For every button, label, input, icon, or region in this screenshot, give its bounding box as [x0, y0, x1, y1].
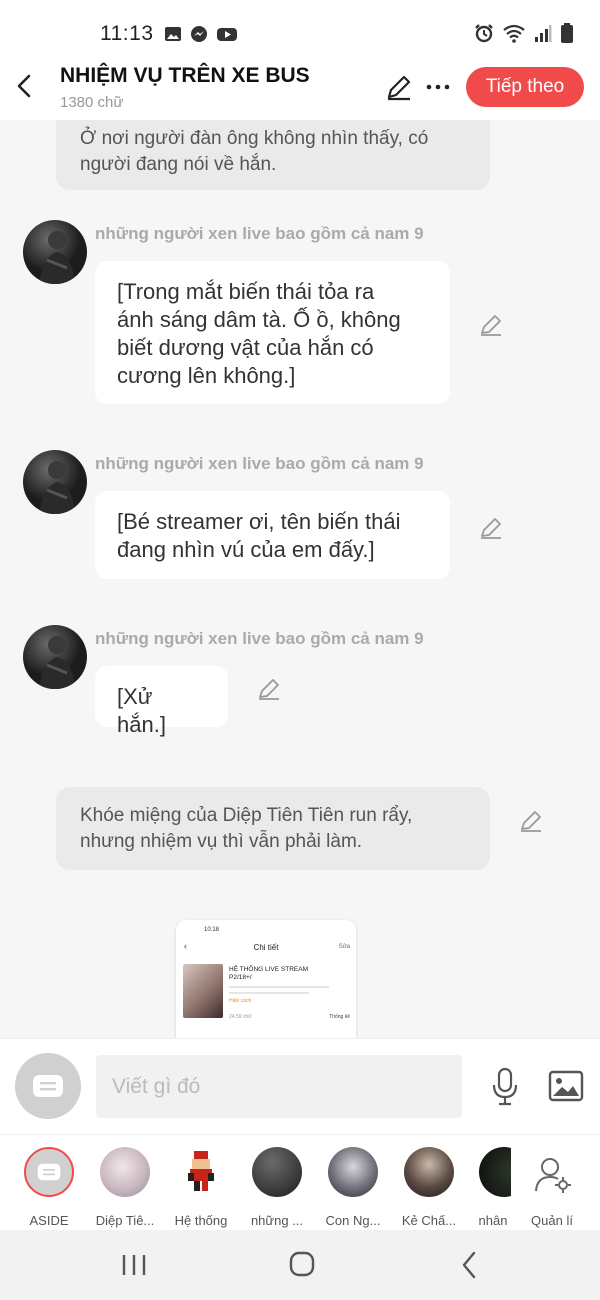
status-time: 11:13 [100, 22, 154, 45]
avatar [328, 1147, 378, 1197]
signal-icon [535, 25, 552, 42]
character-diep-tien-tien[interactable]: Diệp Tiê... [87, 1145, 163, 1229]
speech-bubble-icon [37, 1163, 61, 1181]
character-label: Con Ng... [325, 1213, 381, 1228]
avatar[interactable] [23, 220, 87, 284]
character-ke-cha[interactable]: Kẻ Chấ... [391, 1145, 467, 1229]
status-bar: 11:13 [0, 0, 600, 56]
character-nhan[interactable]: nhân [467, 1145, 511, 1229]
narration-bubble[interactable]: Khóe miệng của Diệp Tiên Tiên run rẩy, n… [56, 787, 490, 870]
speech-bubble-icon [33, 1075, 63, 1097]
avatar [252, 1147, 302, 1197]
preview-edit: Sửa [338, 944, 350, 950]
youtube-icon [217, 28, 237, 41]
sender-name: những người xen live bao gồm cả nam 9 [95, 629, 424, 648]
avatar [176, 1147, 226, 1197]
avatar-image [23, 625, 87, 689]
manage-characters-button[interactable]: Quản lí [514, 1145, 590, 1229]
status-icons [474, 22, 574, 44]
page-title: NHIỆM VỤ TRÊN XE BUS [60, 64, 310, 87]
preview-line [229, 992, 309, 994]
edit-icon[interactable] [478, 515, 504, 541]
alarm-icon [475, 24, 493, 43]
preview-heading: Chi tiết [253, 943, 279, 952]
microphone-icon[interactable] [490, 1067, 520, 1107]
message-bubble[interactable]: [Bé streamer ơi, tên biến thái đang nhìn… [95, 491, 450, 579]
edit-icon[interactable] [256, 676, 282, 702]
character-con-ng[interactable]: Con Ng... [315, 1145, 391, 1229]
character-label: nhân [478, 1213, 508, 1228]
messenger-icon [191, 26, 207, 42]
preview-stats: Thống kê [329, 1014, 350, 1020]
avatar[interactable] [23, 450, 87, 514]
image-message[interactable]: 10:18 ‹ Chi tiết Sửa HỆ THỐNG LIVE STREA… [176, 920, 356, 1038]
back-arrow-icon[interactable] [10, 68, 40, 104]
preview-cover-image [183, 964, 223, 1018]
gallery-icon [165, 27, 181, 41]
image-icon[interactable] [548, 1069, 584, 1103]
character-bar: ASIDE Diệp Tiê... Hệ thống những ... Con… [0, 1134, 600, 1230]
more-icon[interactable] [424, 72, 452, 102]
recent-apps-icon[interactable] [114, 1250, 154, 1280]
avatar-image [23, 220, 87, 284]
header: NHIỆM VỤ TRÊN XE BUS 1380 chữ Tiếp theo [0, 56, 600, 120]
chat-area[interactable]: Ở nơi người đàn ông không nhìn thấy, có … [0, 120, 600, 1038]
avatar [479, 1147, 511, 1197]
aside-toggle-button[interactable] [15, 1053, 81, 1119]
edit-icon[interactable] [478, 312, 504, 338]
avatar[interactable] [23, 625, 87, 689]
sender-name: những người xen live bao gồm cả nam 9 [95, 224, 424, 243]
avatar [404, 1147, 454, 1197]
next-button[interactable]: Tiếp theo [466, 67, 584, 107]
word-count: 1380 chữ [60, 94, 124, 111]
avatar-image [23, 450, 87, 514]
character-label: Diệp Tiê... [95, 1213, 155, 1228]
character-label: Quản lí [531, 1213, 573, 1228]
message-input[interactable] [96, 1055, 462, 1118]
preview-line [229, 986, 329, 988]
back-icon[interactable] [450, 1250, 490, 1280]
preview-count: 24.59 chữ [229, 1014, 252, 1020]
home-icon[interactable] [282, 1250, 322, 1280]
pixel-character-image [188, 1151, 214, 1191]
pen-icon[interactable] [384, 72, 414, 102]
edit-icon[interactable] [518, 808, 544, 834]
preview-tag: Hiện cách [229, 998, 252, 1004]
sender-name: những người xen live bao gồm cả nam 9 [95, 454, 424, 473]
wifi-icon [503, 24, 525, 43]
character-label: ASIDE [29, 1213, 69, 1228]
message-bubble[interactable]: [Trong mắt biến thái tỏa ra ánh sáng dâm… [95, 261, 450, 404]
character-label: những ... [250, 1213, 304, 1228]
aside-avatar [24, 1147, 74, 1197]
android-nav-bar [0, 1230, 600, 1300]
avatar [100, 1147, 150, 1197]
preview-time: 10:18 [204, 927, 220, 933]
preview-story-title: HỆ THỐNG LIVE STREAM P2/18+/ [229, 966, 308, 981]
user-settings-icon [535, 1158, 571, 1193]
input-bar [0, 1038, 600, 1134]
character-nhung-nguoi[interactable]: những ... [239, 1145, 315, 1229]
battery-icon [561, 23, 573, 43]
character-aside[interactable]: ASIDE [11, 1145, 87, 1229]
character-label: Hệ thống [174, 1213, 228, 1228]
narration-bubble[interactable]: Ở nơi người đàn ông không nhìn thấy, có … [56, 120, 490, 190]
message-bubble[interactable]: [Xử hắn.] [95, 666, 228, 737]
character-label: Kẻ Chấ... [401, 1213, 457, 1228]
character-he-thong[interactable]: Hệ thống [163, 1145, 239, 1229]
